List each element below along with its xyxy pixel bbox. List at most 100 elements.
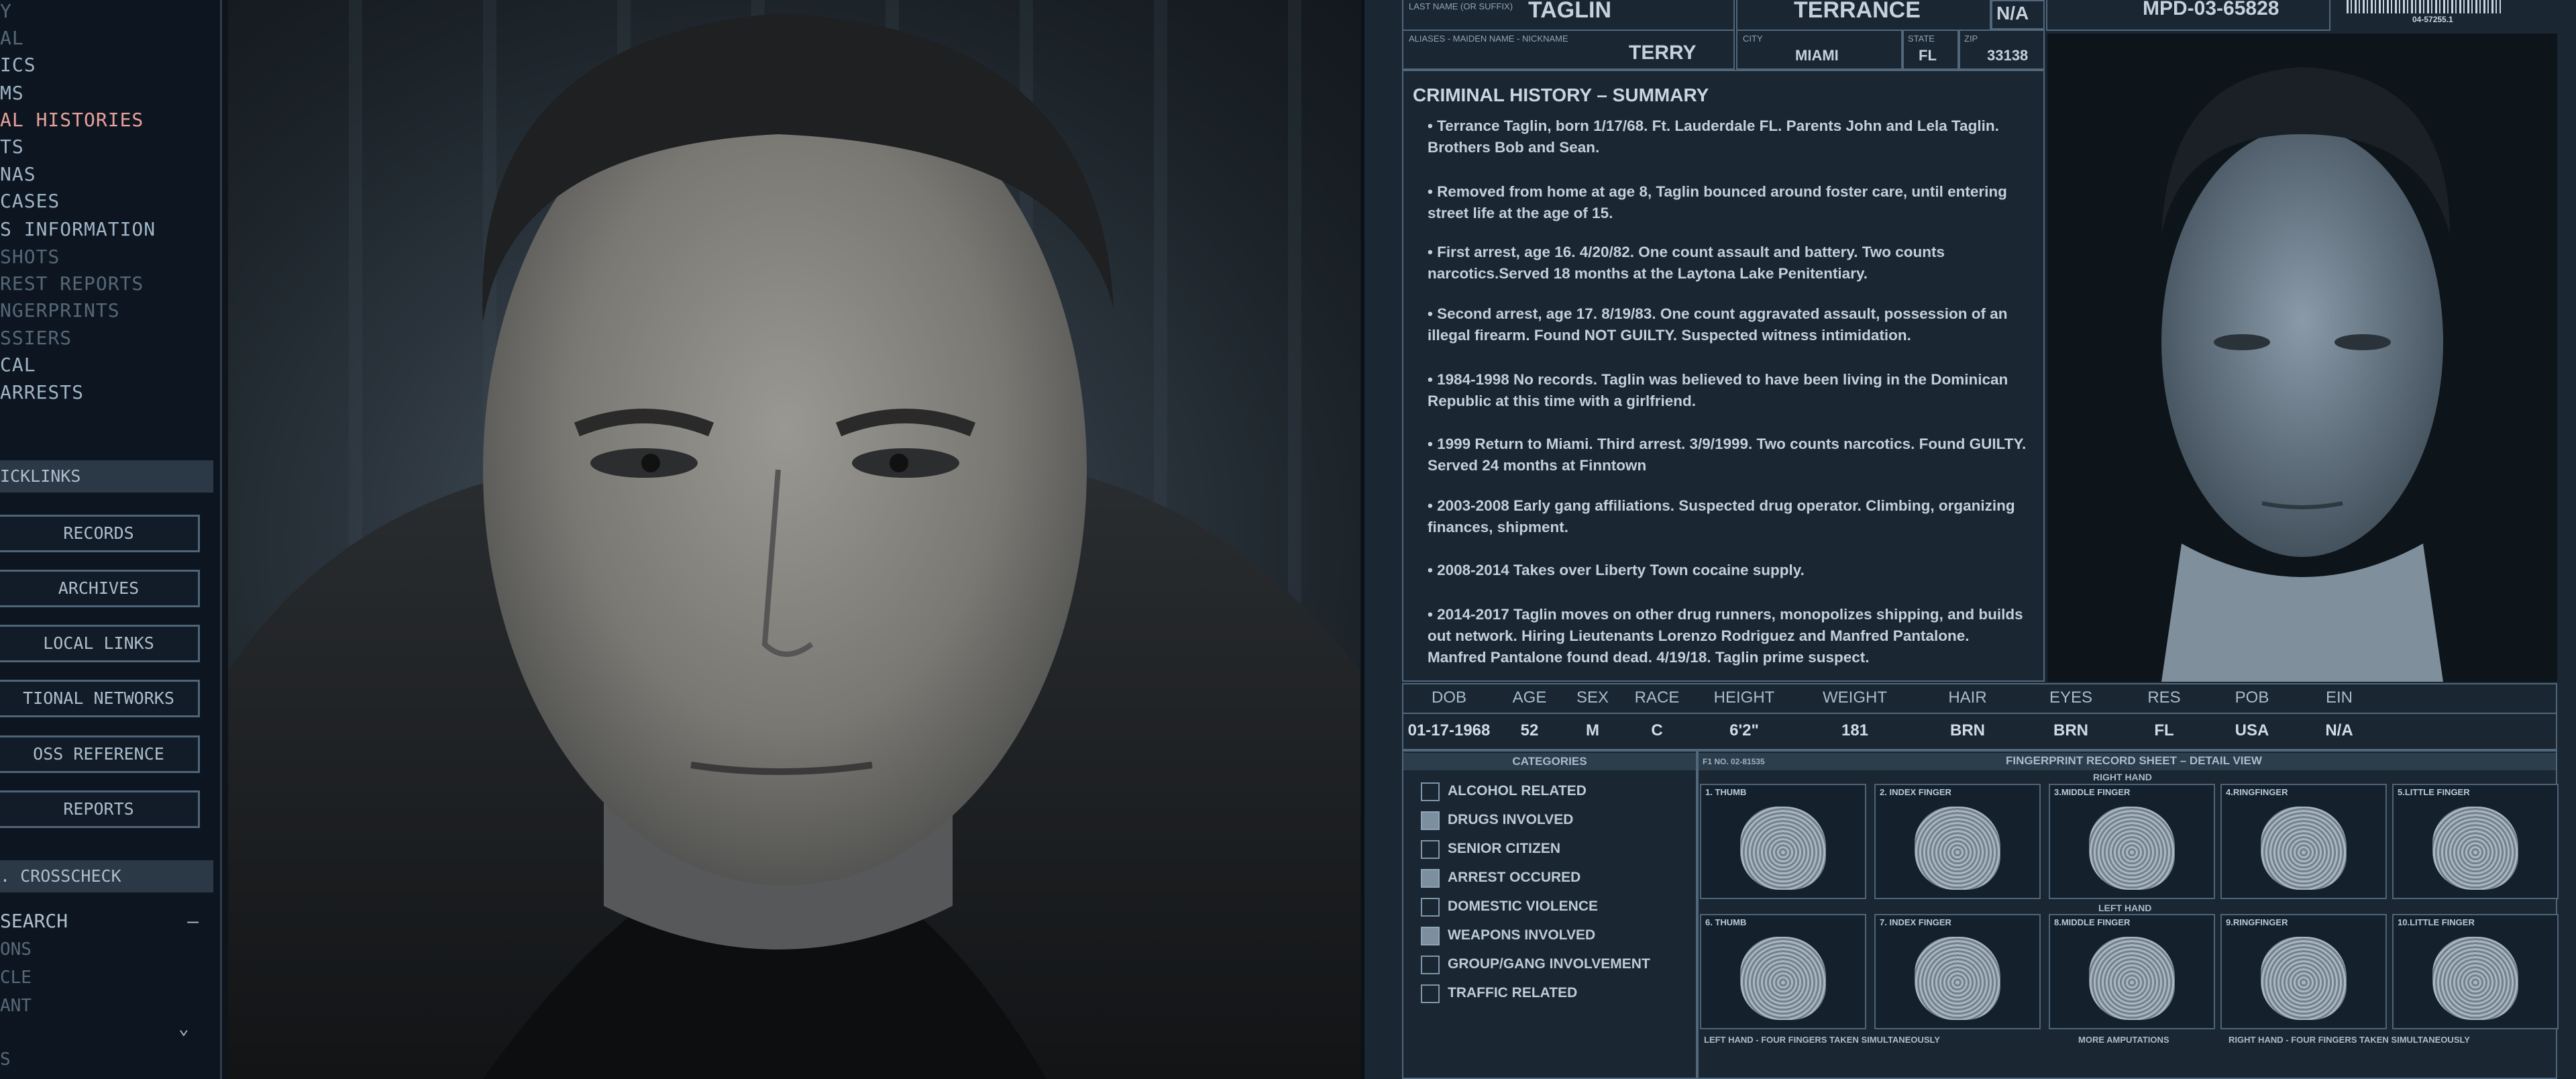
chevron-down-icon[interactable]: ⌄ <box>178 1019 189 1039</box>
category-label: WEAPONS INVOLVED <box>1448 927 1596 943</box>
categories-title: CATEGORIES <box>1403 753 1696 770</box>
category-checkbox[interactable] <box>1421 956 1440 974</box>
first-name-value: TERRANCE <box>1794 0 1921 23</box>
fingerprint-icon <box>2089 807 2175 890</box>
right-hand-label: RIGHT HAND <box>2093 772 2152 782</box>
fingerprint-footer-left: LEFT HAND - FOUR FINGERS TAKEN SIMULTANE… <box>1704 1035 1940 1045</box>
fingerprint-icon <box>2089 937 2175 1020</box>
fingerprint-cell[interactable]: 8.MIDDLE FINGER <box>2049 914 2215 1029</box>
search-option[interactable]: ONS <box>0 939 32 960</box>
sidebar-menu-item[interactable]: S INFORMATION <box>0 218 156 240</box>
sidebar-menu-item[interactable]: ARRESTS <box>0 381 84 403</box>
stat-value: 6'2" <box>1729 721 1759 739</box>
stat-value: BRN <box>2053 721 2088 739</box>
search-option[interactable]: ANT <box>0 996 32 1016</box>
stat-header: RACE <box>1634 688 1680 707</box>
sidebar-menu-item[interactable]: NGERPRINTS <box>0 299 120 321</box>
stat-value: USA <box>2235 721 2269 739</box>
collapse-icon[interactable]: – <box>187 910 199 932</box>
category-label: GROUP/GANG INVOLVEMENT <box>1448 956 1650 972</box>
category-checkbox[interactable] <box>1421 898 1440 917</box>
category-label: DRUGS INVOLVED <box>1448 812 1574 827</box>
sidebar-menu-item[interactable]: SSIERS <box>0 327 72 349</box>
sidebar-menu-item[interactable]: TS <box>0 136 24 158</box>
category-checkbox[interactable] <box>1421 782 1440 801</box>
sidebar-menu-item[interactable]: MS <box>0 82 24 104</box>
fingerprint-cell[interactable]: 9.RINGFINGER <box>2220 914 2387 1029</box>
criminal-history-item: • 2003-2008 Early gang affiliations. Sus… <box>1428 497 2015 535</box>
sidebar-menu-item[interactable]: AL HISTORIES <box>0 109 144 131</box>
fingerprint-icon <box>1740 807 1826 890</box>
alias-value: TERRY <box>1629 42 1697 64</box>
quicklink-reports-button[interactable]: REPORTS <box>0 790 200 828</box>
criminal-history-item: • Terrance Taglin, born 1/17/68. Ft. Lau… <box>1428 117 1999 156</box>
category-checkbox[interactable] <box>1421 811 1440 830</box>
left-hand-label: LEFT HAND <box>2098 903 2152 913</box>
fingerprint-label: 6. THUMB <box>1705 917 1747 927</box>
suspect-portrait <box>228 13 1360 1079</box>
quicklink-cross-reference-button[interactable]: OSS REFERENCE <box>0 735 200 773</box>
fingerprint-icon <box>2432 937 2518 1020</box>
stat-value: M <box>1586 721 1599 739</box>
crosscheck-header[interactable]: . CROSSCHECK <box>0 860 213 892</box>
fingerprint-footer-middle: MORE AMPUTATIONS <box>2078 1035 2169 1045</box>
last-name-value: TAGLIN <box>1528 0 1612 23</box>
fingerprint-cell[interactable]: 6. THUMB <box>1700 914 1866 1029</box>
middle-name-value: N/A <box>1996 3 2029 23</box>
stat-value: BRN <box>1950 721 1985 739</box>
state-value: FL <box>1919 47 1937 64</box>
fingerprint-cell[interactable]: 2. INDEX FINGER <box>1874 784 2041 899</box>
quicklink-local-links-button[interactable]: LOCAL LINKS <box>0 625 200 662</box>
fingerprint-icon <box>1915 937 2000 1020</box>
sidebar-menu-item[interactable]: CASES <box>0 190 60 212</box>
category-label: SENIOR CITIZEN <box>1448 841 1561 856</box>
quicklink-records-button[interactable]: RECORDS <box>0 515 200 552</box>
category-label: TRAFFIC RELATED <box>1448 985 1578 1000</box>
sidebar: Y AL ICS MS AL HISTORIES TS NAS CASES S INFORMAT… <box>0 0 222 1079</box>
sidebar-menu-item[interactable]: REST REPORTS <box>0 272 144 295</box>
last-name-label: LAST NAME (OR SUFFIX) <box>1409 1 1513 11</box>
stat-value: 52 <box>1520 721 1539 739</box>
fingerprint-label: 9.RINGFINGER <box>2226 917 2288 927</box>
category-label: ARREST OCCURED <box>1448 870 1581 885</box>
stat-value: C <box>1651 721 1663 739</box>
fingerprint-cell[interactable]: 3.MIDDLE FINGER <box>2049 784 2215 899</box>
fingerprint-icon <box>2432 807 2518 890</box>
sidebar-menu-item[interactable]: NAS <box>0 163 36 185</box>
fingerprint-label: 5.LITTLE FINGER <box>2398 787 2470 797</box>
search-label: SEARCH <box>0 910 68 932</box>
fingerprint-label: 8.MIDDLE FINGER <box>2054 917 2131 927</box>
sidebar-menu-item[interactable]: SHOTS <box>0 246 60 268</box>
fingerprint-icon <box>1915 807 2000 890</box>
fingerprint-icon <box>2261 937 2347 1020</box>
criminal-history-item: • 2014-2017 Taglin moves on other drug r… <box>1428 606 2023 666</box>
mugshot-portrait <box>2047 34 2557 682</box>
fingerprint-cell[interactable]: 1. THUMB <box>1700 784 1866 899</box>
stat-header: HEIGHT <box>1713 688 1775 707</box>
category-checkbox[interactable] <box>1421 840 1440 859</box>
sidebar-menu-item[interactable]: ICS <box>0 54 36 76</box>
sidebar-menu-item[interactable]: CAL <box>0 354 36 376</box>
category-checkbox[interactable] <box>1421 984 1440 1003</box>
state-label: STATE <box>1908 34 1935 44</box>
search-option[interactable]: S <box>0 1049 11 1070</box>
category-checkbox[interactable] <box>1421 927 1440 945</box>
quicklink-networks-button[interactable]: TIONAL NETWORKS <box>0 680 200 717</box>
fingerprint-sheet-number: F1 NO. 02-81535 <box>1703 757 1765 766</box>
categories-box <box>1402 750 1697 1079</box>
category-checkbox[interactable] <box>1421 869 1440 888</box>
barcode-number: 04-57255.1 <box>2412 15 2453 24</box>
search-option[interactable]: CLE <box>0 968 32 988</box>
fingerprint-cell[interactable]: 4.RINGFINGER <box>2220 784 2387 899</box>
sidebar-menu-item[interactable]: AL <box>0 27 24 49</box>
criminal-history-item: • Removed from home at age 8, Taglin bou… <box>1428 183 2007 221</box>
stat-header: WEIGHT <box>1823 688 1887 707</box>
fingerprint-cell[interactable]: 10.LITTLE FINGER <box>2392 914 2559 1029</box>
fingerprint-cell[interactable]: 7. INDEX FINGER <box>1874 914 2041 1029</box>
stat-value: 01-17-1968 <box>1407 721 1491 739</box>
fingerprint-cell[interactable]: 5.LITTLE FINGER <box>2392 784 2559 899</box>
city-value: MIAMI <box>1795 47 1839 64</box>
quicklink-archives-button[interactable]: ARCHIVES <box>0 570 200 607</box>
search-section[interactable]: SEARCH – <box>0 910 213 932</box>
sidebar-menu-item[interactable]: Y <box>0 0 12 22</box>
